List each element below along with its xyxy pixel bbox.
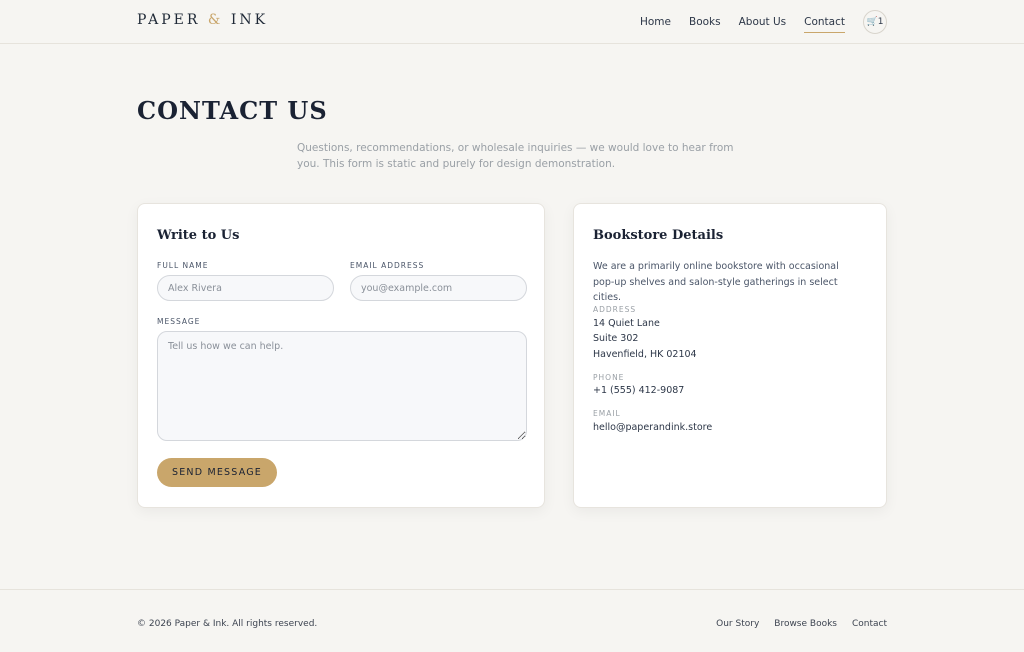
nav-contact[interactable]: Contact — [804, 12, 845, 33]
cart-icon: 🛒 — [866, 17, 878, 27]
full-name-label: FULL NAME — [157, 261, 209, 270]
send-message-button[interactable]: SEND MESSAGE — [157, 458, 277, 487]
contact-form-card: Write to Us FULL NAME EMAIL ADDRESS MESS… — [137, 203, 545, 508]
email-label: EMAIL ADDRESS — [350, 261, 425, 270]
nav-books[interactable]: Books — [689, 12, 721, 32]
footer-link-our-story[interactable]: Our Story — [716, 619, 759, 629]
phone-label: PHONE — [593, 373, 625, 382]
footer-links: Our Story Browse Books Contact — [701, 619, 887, 629]
nav-about-us[interactable]: About Us — [739, 12, 787, 32]
cart-count: 1 — [877, 17, 884, 27]
site-footer: © 2026 Paper & Ink. All rights reserved.… — [0, 589, 1024, 652]
logo-word-right: INK — [230, 12, 269, 28]
email-value: hello@paperandink.store — [593, 422, 713, 433]
message-label: MESSAGE — [157, 317, 201, 326]
bookstore-details-card: Bookstore Details We are a primarily onl… — [573, 203, 887, 508]
main-nav: Home Books About Us Contact 🛒 1 — [622, 0, 887, 44]
logo-ampersand: & — [207, 12, 224, 28]
site-header: PAPER & INK Home Books About Us Contact … — [0, 0, 1024, 44]
details-title: Bookstore Details — [593, 228, 724, 243]
details-about: We are a primarily online bookstore with… — [593, 261, 839, 303]
form-title: Write to Us — [157, 228, 240, 243]
copyright-text: © 2026 Paper & Ink. All rights reserved. — [137, 619, 318, 629]
page-subtitle: Questions, recommendations, or wholesale… — [297, 142, 734, 170]
address-line: Havenfield, HK 02104 — [593, 349, 697, 360]
phone-value: +1 (555) 412-9087 — [593, 385, 685, 396]
logo-word-left: PAPER — [137, 12, 201, 28]
full-name-input[interactable] — [157, 275, 334, 301]
page-title: CONTACT US — [137, 96, 328, 125]
message-textarea[interactable] — [157, 331, 527, 441]
site-logo[interactable]: PAPER & INK — [137, 12, 268, 28]
address-line: Suite 302 — [593, 333, 639, 344]
address-label: ADDRESS — [593, 305, 637, 314]
footer-link-browse-books[interactable]: Browse Books — [774, 619, 837, 629]
address-line: 14 Quiet Lane — [593, 318, 660, 329]
footer-link-contact[interactable]: Contact — [852, 619, 887, 629]
cart-button[interactable]: 🛒 1 — [863, 10, 887, 34]
email-info-label: EMAIL — [593, 409, 621, 418]
nav-home[interactable]: Home — [640, 12, 671, 32]
email-input[interactable] — [350, 275, 527, 301]
